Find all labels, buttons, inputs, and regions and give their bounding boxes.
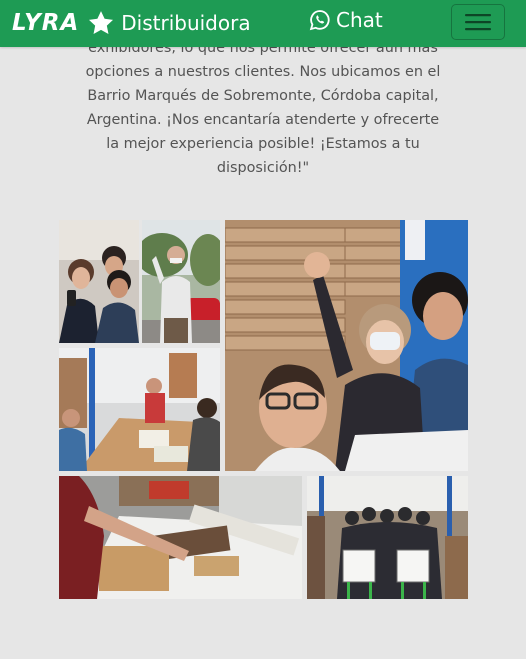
group-whiteboards-photo <box>307 476 468 599</box>
star-icon <box>89 11 114 34</box>
brand-link[interactable]: LYRA Distribuidora <box>12 7 251 39</box>
group-stacked-boards-photo <box>225 220 468 471</box>
whatsapp-icon <box>309 10 330 31</box>
menu-icon <box>465 14 491 31</box>
chat-label: Chat <box>336 8 383 32</box>
logo: LYRA <box>12 10 80 36</box>
intro-paragraph: exhibidores, lo que nos permite ofrecer … <box>85 40 441 176</box>
brand-label: Distribuidora <box>121 11 251 35</box>
menu-toggle-button[interactable] <box>451 4 505 40</box>
carpentry-cutting-photo <box>59 476 302 599</box>
chat-link[interactable]: Chat <box>309 8 383 32</box>
workshop-table-photo <box>59 348 220 471</box>
navbar: LYRA Distribuidora Chat <box>0 0 526 47</box>
man-waving-photo <box>142 220 220 343</box>
team-selfie-photo <box>59 220 139 343</box>
